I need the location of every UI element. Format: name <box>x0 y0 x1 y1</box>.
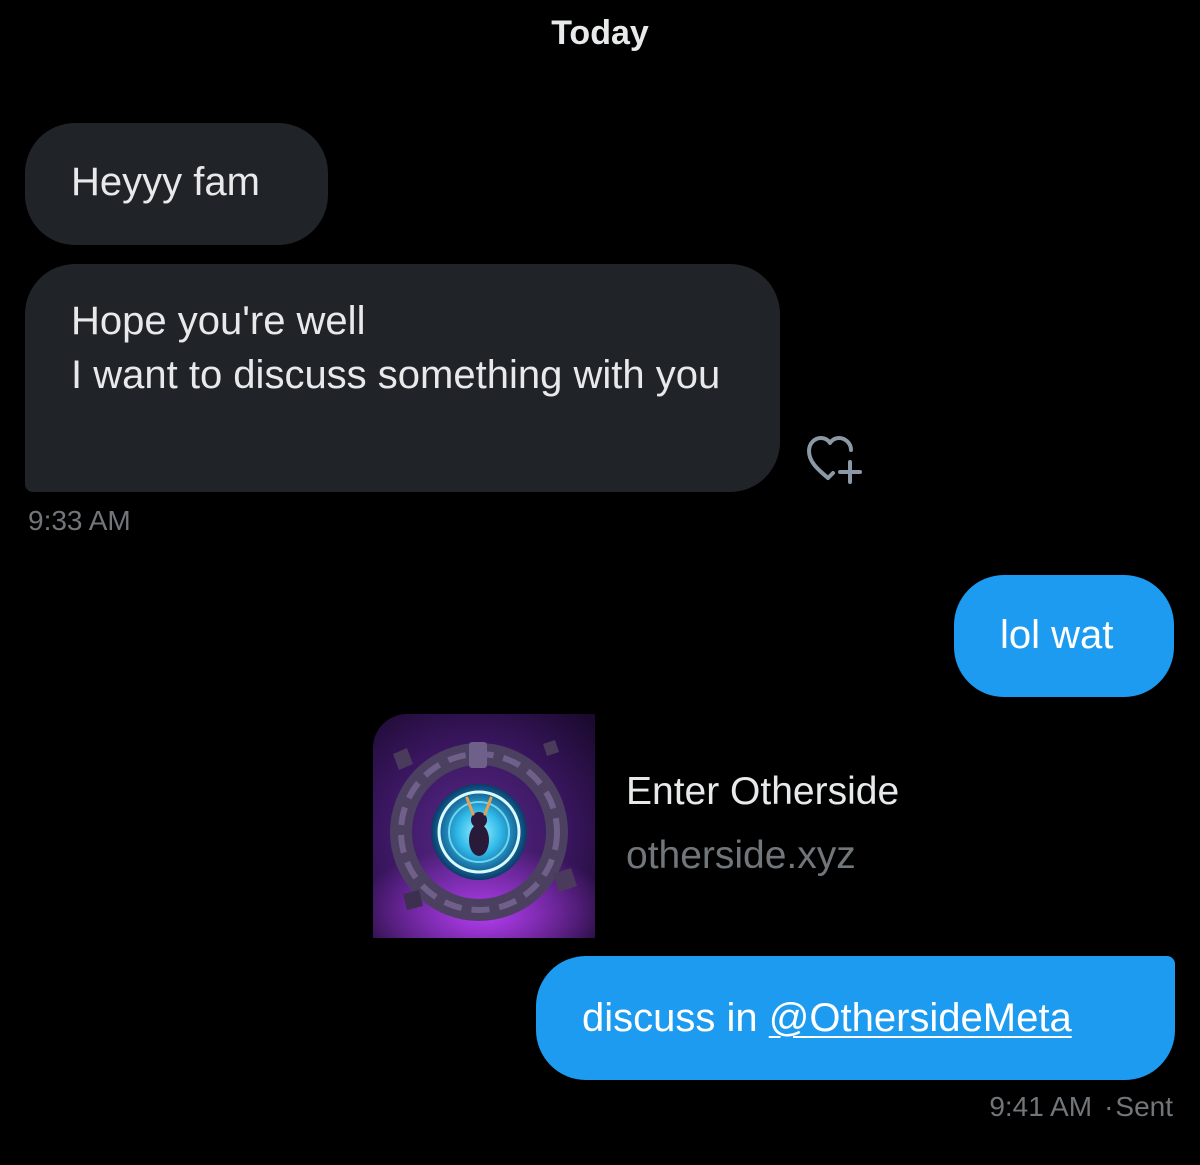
message-timestamp: 9:33 AM <box>28 505 131 536</box>
link-card-title: Enter Otherside <box>626 770 900 813</box>
day-divider: Today <box>551 14 649 52</box>
sent-status: Sent <box>1115 1091 1173 1122</box>
mention-link[interactable]: @OthersideMeta <box>769 996 1072 1040</box>
message-text: Hope you're well I want to discuss somet… <box>71 299 721 397</box>
message-status-line: 9:41 AM ·Sent <box>989 1091 1173 1123</box>
message-text: lol wat <box>1000 613 1114 657</box>
otherside-portal-thumbnail <box>373 714 595 938</box>
message-text: Heyyy fam <box>71 160 260 204</box>
incoming-message-bubble[interactable]: Heyyy fam <box>25 123 328 245</box>
message-timestamp: 9:41 AM <box>989 1091 1093 1122</box>
outgoing-message-bubble[interactable]: lol wat <box>954 575 1174 697</box>
message-text: discuss in <box>582 996 769 1040</box>
link-preview-card[interactable]: Enter Otherside otherside.xyz <box>373 714 1173 938</box>
separator-dot: · <box>1104 1091 1114 1122</box>
add-reaction-heart-icon[interactable] <box>806 434 868 486</box>
link-card-domain: otherside.xyz <box>626 834 856 877</box>
incoming-message-bubble[interactable]: Hope you're well I want to discuss somet… <box>25 264 780 492</box>
outgoing-message-bubble[interactable]: discuss in @OthersideMeta <box>536 956 1175 1080</box>
dm-conversation: Today Heyyy fam Hope you're well I want … <box>0 0 1200 1165</box>
